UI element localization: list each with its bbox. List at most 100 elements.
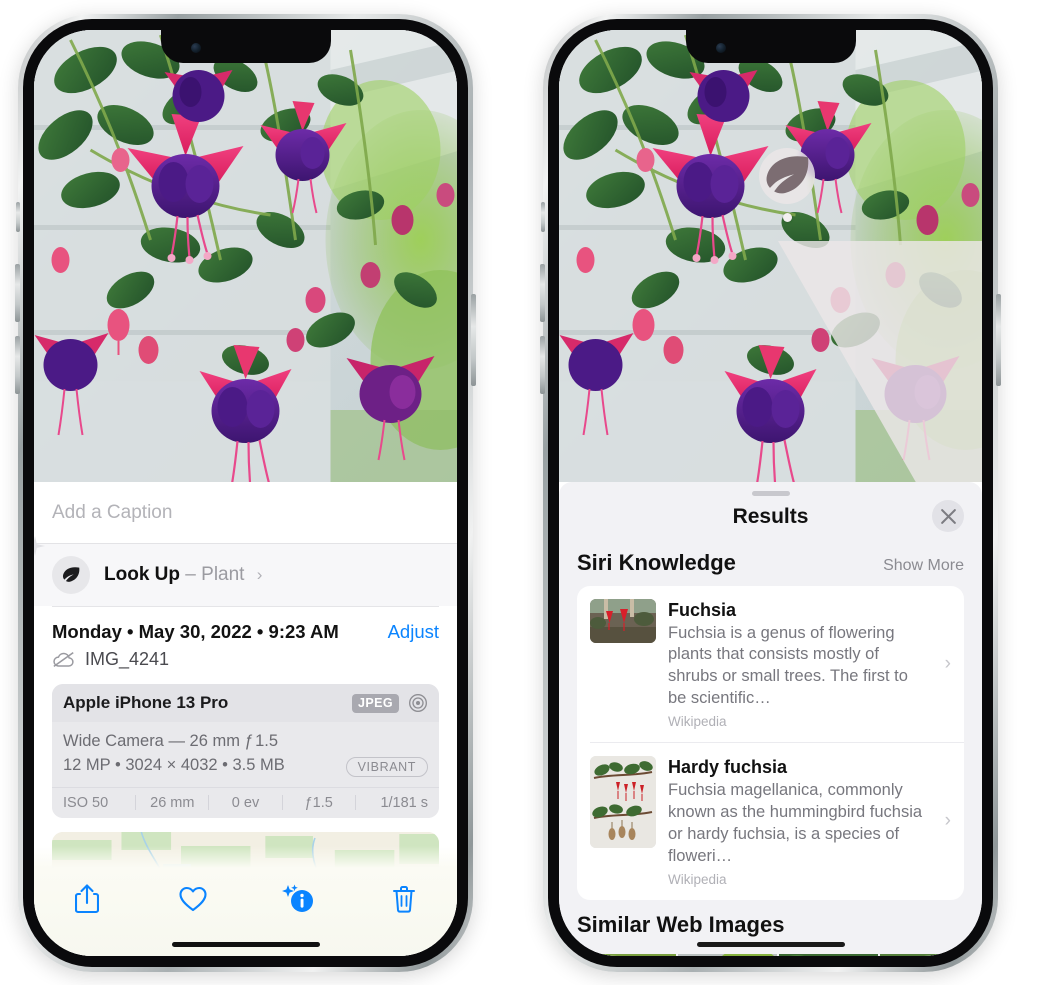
exif-header-badges: JPEG [352, 693, 428, 713]
caption-field[interactable]: Add a Caption [34, 482, 457, 544]
volume-down-button[interactable] [15, 336, 20, 394]
format-badge: JPEG [352, 693, 399, 713]
share-button[interactable] [64, 878, 110, 920]
power-button[interactable] [996, 294, 1001, 386]
device-bezel: Results Siri Knowledge Show More Fuchsia… [548, 19, 993, 967]
exif-ev: 0 ev [231, 794, 260, 811]
notch [160, 30, 331, 63]
silent-switch[interactable] [541, 202, 545, 232]
sheet-title: Results [732, 505, 809, 528]
share-icon [74, 884, 99, 914]
volume-up-button[interactable] [540, 264, 545, 322]
knowledge-item[interactable]: Hardy fuchsia Fuchsia magellanica, commo… [590, 742, 964, 899]
fuchsia-web-image-3 [779, 953, 878, 956]
iphone-right: Results Siri Knowledge Show More Fuchsia… [540, 14, 1001, 972]
caption-placeholder: Add a Caption [52, 501, 173, 523]
screen-left: Add a Caption Look Up – Plant › Monday •… [34, 30, 457, 956]
look-up-dash: – [185, 564, 196, 585]
filename-row: IMG_4241 [52, 649, 439, 670]
close-icon [940, 508, 956, 524]
show-more-button[interactable]: Show More [883, 557, 964, 575]
exif-header: Apple iPhone 13 Pro JPEG [52, 684, 439, 722]
similar-image-item[interactable] [779, 953, 878, 956]
home-indicator[interactable] [171, 942, 320, 947]
similar-image-item[interactable] [880, 953, 979, 956]
volume-down-button[interactable] [540, 336, 545, 394]
notch [685, 30, 856, 63]
exif-iso: ISO 50 [63, 794, 109, 811]
similar-images-strip[interactable] [559, 953, 982, 956]
knowledge-item[interactable]: Fuchsia Fuchsia is a genus of flowering … [577, 586, 964, 742]
camera-device: Apple iPhone 13 Pro [63, 693, 229, 712]
visual-look-up-badge[interactable] [759, 148, 815, 204]
knowledge-description: Fuchsia magellanica, commonly known as t… [668, 780, 923, 865]
siri-knowledge-card: Fuchsia Fuchsia is a genus of flowering … [577, 586, 964, 900]
thumbnail-wrap [590, 756, 656, 849]
section-title: Similar Web Images [577, 911, 785, 937]
similar-web-images-header: Similar Web Images [559, 900, 982, 948]
knowledge-title: Fuchsia [668, 600, 737, 620]
look-up-subject: Plant [201, 564, 245, 585]
similar-image-item[interactable] [678, 953, 777, 956]
knowledge-source: Wikipedia [668, 714, 727, 730]
knowledge-description: Fuchsia is a genus of flowering plants t… [668, 623, 908, 708]
leaf-icon [766, 156, 809, 194]
date-row: Monday • May 30, 2022 • 9:23 AM Adjust [52, 607, 439, 643]
lens-info: Wide Camera — 26 mm ƒ 1.5 [63, 732, 279, 750]
front-camera [715, 43, 726, 53]
capture-date: Monday • May 30, 2022 • 9:23 AM [52, 621, 339, 642]
leaf-icon [62, 567, 80, 582]
trash-icon [393, 886, 416, 913]
metadata-section: Monday • May 30, 2022 • 9:23 AM Adjust I… [34, 606, 457, 670]
power-button[interactable] [471, 294, 476, 386]
fuchsia-photo [34, 30, 457, 482]
filename: IMG_4241 [85, 649, 170, 669]
exif-body: Wide Camera — 26 mm ƒ 1.5 12 MP • 3024 ×… [52, 722, 439, 787]
red-fuchsia-photo [590, 599, 656, 643]
siri-knowledge-header: Siri Knowledge Show More [559, 538, 982, 586]
photo-viewer[interactable] [559, 30, 982, 482]
chevron-right-icon: › [944, 810, 951, 832]
similar-image-item[interactable] [577, 953, 676, 956]
look-up-label: Look Up – Plant › [104, 564, 262, 586]
knowledge-text: Hardy fuchsia Fuchsia magellanica, commo… [668, 756, 952, 886]
fuchsia-specimen-photo [590, 756, 656, 849]
sheet-header: Results [559, 496, 982, 538]
close-button[interactable] [932, 500, 964, 532]
iphone-left: Add a Caption Look Up – Plant › Monday •… [15, 14, 476, 972]
device-bezel: Add a Caption Look Up – Plant › Monday •… [23, 19, 468, 967]
exif-shutter: 1/181 s [380, 794, 429, 811]
silent-switch[interactable] [16, 202, 20, 232]
delete-button[interactable] [381, 878, 427, 920]
favorite-button[interactable] [170, 878, 216, 920]
screenshot-stage: Add a Caption Look Up – Plant › Monday •… [0, 0, 1055, 985]
callout-tail [778, 240, 982, 482]
knowledge-thumbnail [590, 756, 656, 849]
fuchsia-web-image-4 [880, 953, 979, 956]
leaf-icon-badge [52, 556, 90, 594]
look-up-text: Look Up [104, 564, 180, 585]
knowledge-text: Fuchsia Fuchsia is a genus of flowering … [668, 599, 952, 729]
chevron-right-icon: › [944, 653, 951, 675]
knowledge-title: Hardy fuchsia [668, 757, 788, 778]
exif-card[interactable]: Apple iPhone 13 Pro JPEG Wide Camera — 2… [52, 684, 439, 818]
exif-focal: 26 mm [150, 794, 195, 811]
info-sparkle-icon [282, 884, 314, 912]
adjust-button[interactable]: Adjust [388, 621, 439, 643]
photographic-style-badge: VIBRANT [345, 756, 428, 777]
screen-right: Results Siri Knowledge Show More Fuchsia… [559, 30, 982, 956]
heart-icon [179, 886, 207, 912]
info-button[interactable] [275, 878, 321, 920]
section-title: Siri Knowledge [577, 550, 736, 575]
fuchsia-web-image-1 [577, 953, 676, 956]
results-sheet: Results Siri Knowledge Show More Fuchsia… [559, 482, 982, 956]
home-indicator[interactable] [696, 942, 845, 947]
look-up-row[interactable]: Look Up – Plant › [34, 536, 457, 606]
volume-up-button[interactable] [15, 264, 20, 322]
aperture-icon [409, 694, 427, 712]
photo-viewer[interactable] [34, 30, 457, 482]
exif-aperture: ƒ1.5 [304, 794, 333, 811]
visual-look-up-anchor-dot [783, 213, 792, 222]
sparkle-icon [34, 536, 45, 556]
exif-stats-row: ISO 50 26 mm 0 ev ƒ1.5 1/181 s [52, 786, 439, 818]
